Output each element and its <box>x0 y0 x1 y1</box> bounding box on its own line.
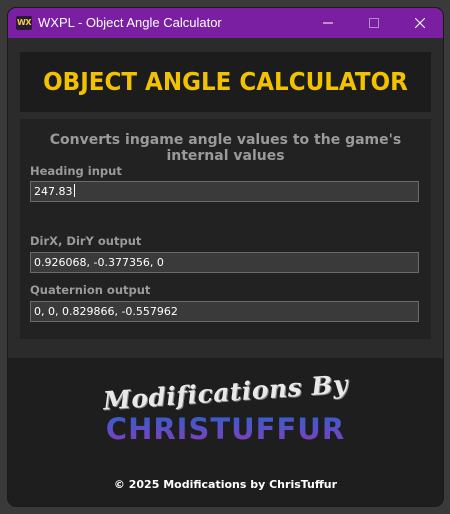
close-icon <box>415 18 425 28</box>
app-icon: WX <box>16 16 32 30</box>
close-button[interactable] <box>397 8 443 38</box>
quaternion-output-value: 0, 0, 0.829866, -0.557962 <box>34 305 178 318</box>
heading-input-label: Heading input <box>30 164 122 178</box>
app-heading: OBJECT ANGLE CALCULATOR <box>43 67 408 96</box>
description-text: Converts ingame angle values to the game… <box>49 132 402 164</box>
logo-name-text: CHRISTUFFUR <box>8 412 443 446</box>
quaternion-output-field[interactable]: 0, 0, 0.829866, -0.557962 <box>30 301 419 322</box>
dir-output-field[interactable]: 0.926068, -0.377356, 0 <box>30 252 419 273</box>
footer: Modifications By CHRISTUFFUR © 2025 Modi… <box>8 358 443 506</box>
app-window: WX WXPL - Object Angle Calculator OBJECT… <box>8 8 443 506</box>
text-caret <box>73 184 75 197</box>
heading-input[interactable]: 247.83 <box>30 181 419 202</box>
dir-output-value: 0.926068, -0.377356, 0 <box>34 256 164 269</box>
minimize-button[interactable] <box>305 8 351 38</box>
quaternion-output-label: Quaternion output <box>30 283 151 297</box>
window-title: WXPL - Object Angle Calculator <box>38 15 222 30</box>
calculator-panel: Converts ingame angle values to the game… <box>20 119 431 339</box>
copyright-text: © 2025 Modifications by ChrisTuffur <box>113 478 338 491</box>
title-bar[interactable]: WX WXPL - Object Angle Calculator <box>8 8 443 38</box>
header-panel: OBJECT ANGLE CALCULATOR <box>20 52 431 112</box>
minimize-icon <box>323 22 333 24</box>
maximize-button[interactable] <box>351 8 397 38</box>
dir-output-label: DirX, DirY output <box>30 234 142 248</box>
heading-input-value: 247.83 <box>34 185 73 198</box>
maximize-icon <box>369 18 379 28</box>
